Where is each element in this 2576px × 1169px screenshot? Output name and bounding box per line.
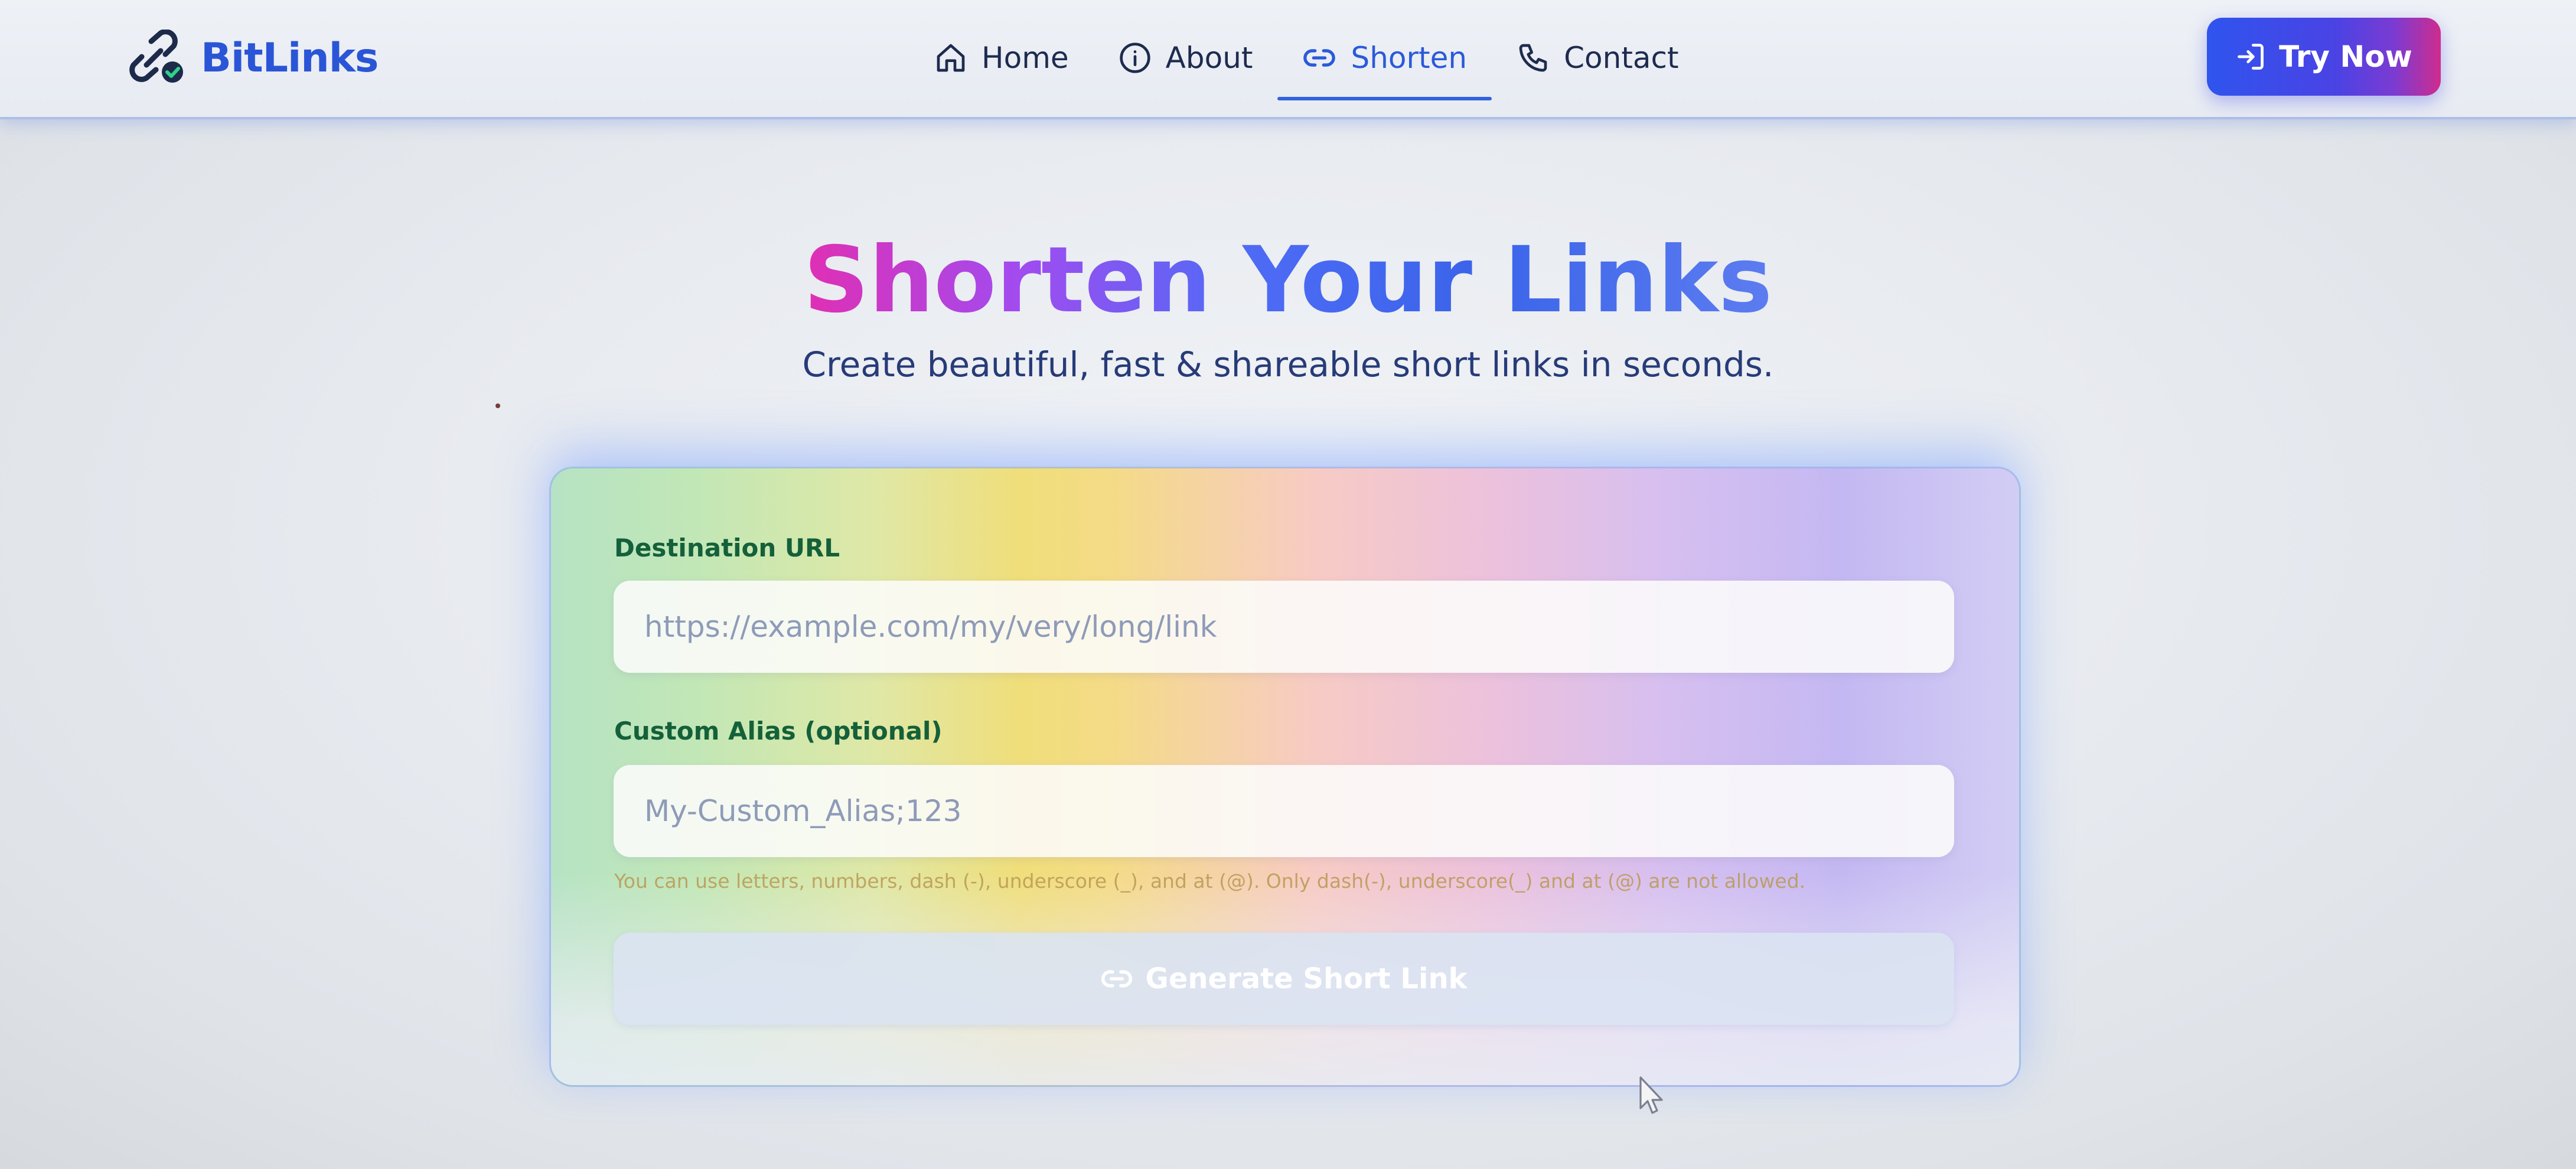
- mouse-cursor-icon: [1639, 1076, 1663, 1114]
- brand-name: BitLinks: [201, 34, 379, 82]
- home-icon: [937, 44, 965, 72]
- nav-item-contact[interactable]: Contact: [1492, 27, 1704, 89]
- main-nav: Home About Shorten Contact: [909, 27, 1704, 100]
- link-check-icon: [129, 30, 183, 83]
- generate-short-link-label: Generate Short Link: [1145, 962, 1468, 995]
- custom-alias-input[interactable]: [614, 765, 1954, 857]
- link-icon: [1101, 970, 1133, 988]
- brand-logo[interactable]: BitLinks: [125, 28, 379, 87]
- nav-item-shorten-label: Shorten: [1351, 41, 1468, 75]
- nav-item-about[interactable]: About: [1094, 27, 1278, 89]
- page-subtitle: Create beautiful, fast & shareable short…: [802, 344, 1774, 385]
- nav-item-contact-label: Contact: [1564, 41, 1679, 75]
- try-now-button[interactable]: Try Now: [2207, 18, 2441, 96]
- shorten-form-card: Destination URL Custom Alias (optional) …: [549, 467, 2021, 1087]
- page-title: Shorten Your Links: [0, 222, 2576, 340]
- destination-url-label: Destination URL: [614, 533, 840, 562]
- page-title-text: Shorten Your Links: [803, 227, 1773, 333]
- nav-item-about-label: About: [1165, 41, 1253, 75]
- link-icon: [1303, 49, 1336, 67]
- destination-url-input[interactable]: [614, 581, 1954, 673]
- generate-short-link-button[interactable]: Generate Short Link: [614, 933, 1954, 1025]
- screen-speck: [495, 403, 500, 408]
- info-icon: [1119, 43, 1150, 73]
- nav-item-home[interactable]: Home: [909, 27, 1094, 89]
- alias-hint-text: You can use letters, numbers, dash (-), …: [614, 870, 1806, 893]
- nav-item-shorten[interactable]: Shorten: [1277, 27, 1492, 100]
- login-icon: [2238, 44, 2264, 70]
- try-now-label: Try Now: [2279, 40, 2412, 74]
- custom-alias-label: Custom Alias (optional): [614, 717, 943, 745]
- nav-item-home-label: Home: [982, 41, 1069, 75]
- top-navbar: BitLinks Home About Shorten Contact Try …: [0, 0, 2576, 119]
- phone-icon: [1519, 44, 1547, 72]
